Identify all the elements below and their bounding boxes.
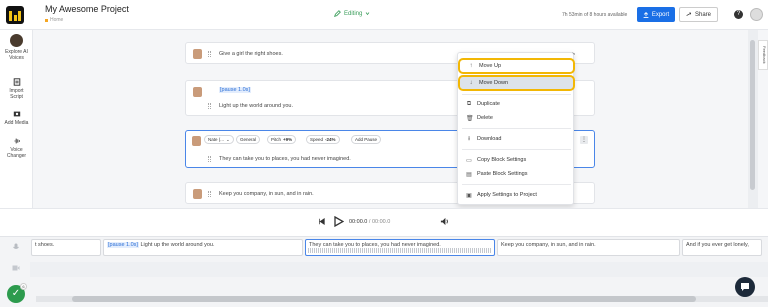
arrow-down-icon: ↓ — [469, 80, 473, 86]
notification-badge: 6 — [20, 283, 27, 290]
remaining-time: 7h 53min of 8 hours available — [562, 12, 628, 18]
timeline-clip[interactable]: And if you ever get lonely, — [682, 239, 762, 256]
user-avatar[interactable] — [750, 8, 763, 21]
sidebar-item-voice-changer[interactable]: Voice Changer — [0, 137, 33, 159]
breadcrumb[interactable]: Home — [45, 17, 63, 23]
share-icon — [686, 11, 692, 16]
menu-item-paste-block-settings[interactable]: ▤ Paste Block Settings — [458, 168, 575, 180]
duplicate-icon: ⧉ — [466, 100, 472, 107]
voice-avatar-icon[interactable] — [192, 136, 201, 146]
play-icon[interactable] — [334, 216, 344, 227]
avatar-icon — [10, 34, 23, 47]
timeline-clip[interactable]: t shoes. — [31, 239, 101, 256]
chat-button[interactable] — [735, 277, 755, 297]
sidebar-label: Script — [10, 94, 23, 100]
block-text[interactable]: Light up the world around you. — [219, 103, 293, 109]
more-options-icon[interactable]: ⋮ — [580, 136, 588, 144]
pencil-icon — [334, 10, 341, 17]
timeline-clip[interactable]: Keep you company, in sun, and in rain. — [497, 239, 680, 256]
block-context-menu: ↑ Move Up ↓ Move Down ⧉ Duplicate 🗑 Delete ⭳… — [457, 52, 575, 205]
sidebar-label: Add Media — [4, 120, 29, 126]
import-icon — [13, 78, 20, 86]
home-icon — [45, 18, 48, 22]
copy-icon: ▭ — [466, 157, 472, 164]
block-text[interactable]: They can take you to places, you had nev… — [219, 156, 351, 162]
trash-icon: 🗑 — [466, 115, 474, 122]
add-pause-button[interactable]: Add Pause — [351, 135, 382, 144]
playback-time: 00:00.0 / 00:00.0 — [349, 219, 391, 225]
menu-divider — [462, 128, 571, 129]
download-icon: ⭳ — [467, 136, 471, 142]
drag-handle-icon[interactable] — [208, 103, 211, 109]
menu-divider — [462, 184, 571, 185]
menu-item-apply-settings-to-project[interactable]: ▣ Apply Settings to Project — [458, 189, 575, 201]
drag-handle-icon[interactable] — [208, 191, 211, 197]
video-track[interactable] — [30, 262, 768, 277]
style-chip[interactable]: General — [236, 135, 261, 144]
breadcrumb-home[interactable]: Home — [50, 17, 63, 23]
video-track-icon — [12, 265, 20, 271]
arrow-up-icon: ↑ — [469, 63, 473, 69]
chevron-down-icon — [366, 12, 370, 16]
waveform — [308, 248, 492, 253]
help-icon[interactable]: ? — [734, 10, 743, 19]
drag-handle-icon[interactable] — [208, 51, 211, 57]
menu-divider — [462, 149, 571, 150]
sidebar-item-import-script[interactable]: Import Script — [0, 78, 33, 100]
pause-tag[interactable]: [pause 1.0s] — [219, 87, 251, 93]
menu-item-copy-block-settings[interactable]: ▭ Copy Block Settings — [458, 154, 575, 166]
microphone-icon — [13, 243, 19, 249]
drag-handle-icon[interactable] — [208, 156, 211, 162]
pitch-chip[interactable]: Pitch +9% — [267, 135, 297, 144]
block-text[interactable]: Give a girl the right shoes. — [219, 51, 283, 57]
voice-avatar-icon[interactable] — [193, 49, 202, 59]
export-label: Export — [651, 11, 670, 18]
export-icon — [643, 11, 649, 18]
media-icon — [13, 111, 20, 117]
menu-item-delete[interactable]: 🗑 Delete — [458, 112, 575, 124]
app-root: My Awesome Project Home Editing 7h 53min… — [0, 0, 768, 307]
export-button[interactable]: Export — [637, 7, 675, 22]
menu-item-move-down[interactable]: ↓ Move Down — [458, 75, 575, 91]
sidebar-label: Voices — [9, 55, 24, 61]
volume-icon[interactable] — [440, 217, 449, 226]
sidebar-label: Changer — [6, 153, 27, 159]
timeline-clip-selected[interactable]: They can take you to places, you had nev… — [305, 239, 495, 256]
voice-avatar-icon[interactable] — [193, 87, 202, 97]
top-header: My Awesome Project Home Editing 7h 53min… — [0, 0, 768, 30]
editing-status[interactable]: Editing — [334, 10, 370, 17]
feedback-tab[interactable]: Feedback — [758, 40, 768, 70]
share-button[interactable]: Share — [679, 7, 718, 22]
share-label: Share — [694, 11, 711, 18]
script-editor: Give a girl the right shoes. [pause 1.0s… — [33, 30, 748, 208]
voice-changer-icon — [14, 138, 20, 144]
block-text[interactable]: Keep you company, in sun, and in rain. — [219, 191, 314, 197]
skip-back-icon[interactable] — [318, 218, 325, 225]
apply-icon: ▣ — [466, 192, 472, 199]
chat-icon — [741, 283, 749, 291]
project-title[interactable]: My Awesome Project — [45, 4, 129, 14]
menu-item-download[interactable]: ⭳ Download — [458, 133, 575, 145]
menu-divider — [462, 94, 571, 95]
timeline-clip[interactable]: [pause 1.0s] Light up the world around y… — [103, 239, 303, 256]
menu-item-move-up[interactable]: ↑ Move Up — [458, 58, 575, 74]
horizontal-scrollbar-thumb[interactable] — [72, 296, 696, 302]
voice-avatar-icon[interactable] — [193, 189, 202, 199]
app-logo[interactable] — [6, 6, 24, 24]
editing-label: Editing — [344, 10, 363, 17]
vertical-scrollbar-thumb[interactable] — [750, 40, 755, 190]
sidebar-item-add-media[interactable]: Add Media — [0, 110, 33, 126]
sidebar-item-explore-ai-voices[interactable]: Explore AI Voices — [0, 34, 33, 61]
voice-selector[interactable]: Nate (... ⌄ — [204, 135, 234, 144]
menu-item-duplicate[interactable]: ⧉ Duplicate — [458, 98, 575, 110]
playback-bar: 00:00.0 / 00:00.0 — [0, 208, 768, 236]
paste-icon: ▤ — [466, 171, 472, 178]
speed-chip[interactable]: Speed -24% — [306, 135, 340, 144]
left-sidebar: Explore AI Voices Import Script Add Medi… — [0, 30, 33, 208]
